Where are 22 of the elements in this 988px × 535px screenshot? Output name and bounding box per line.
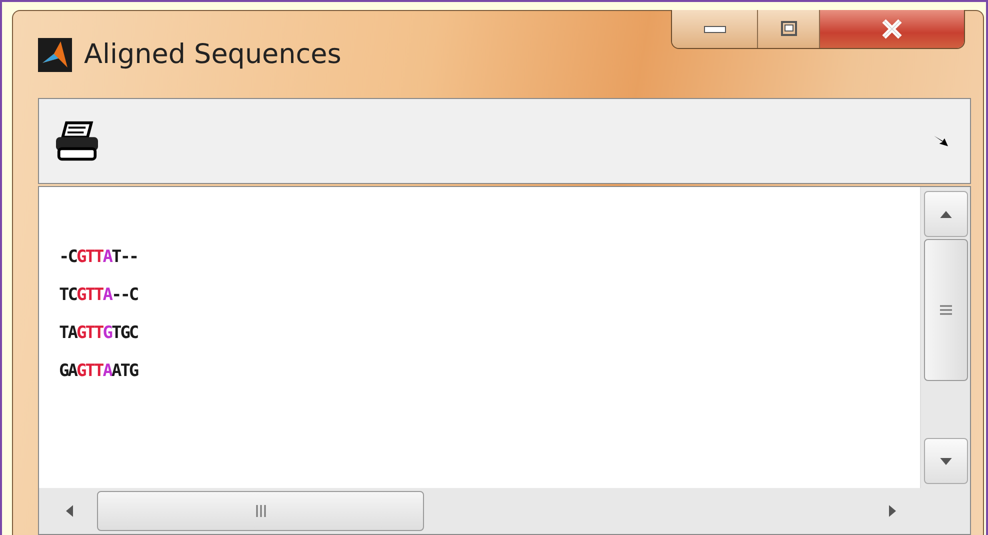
- maximize-button[interactable]: [758, 10, 820, 48]
- printer-icon[interactable]: [53, 120, 101, 162]
- right-arrow-icon: [888, 505, 896, 517]
- sequence-row-text: GAGTTAATG: [59, 360, 138, 383]
- down-arrow-icon: [940, 458, 952, 464]
- left-arrow-icon: [66, 505, 72, 517]
- scroll-up-button[interactable]: [924, 191, 968, 237]
- close-button[interactable]: [820, 10, 964, 48]
- app-logo-icon: [38, 38, 72, 72]
- sequence-row-text: TCGTTA--C: [59, 284, 138, 307]
- minimize-icon: [704, 26, 726, 32]
- scroll-down-button[interactable]: [924, 438, 968, 484]
- window-title: Aligned Sequences: [84, 39, 342, 70]
- minimize-button[interactable]: [672, 10, 758, 48]
- scroll-thumb[interactable]: [924, 239, 968, 381]
- dock-arrow-icon[interactable]: [932, 134, 950, 148]
- up-arrow-icon: [940, 210, 952, 218]
- horizontal-scrollbar[interactable]: [39, 488, 970, 534]
- sequence-row-text: TAGTTGTGC: [59, 322, 138, 345]
- scroll-thumb[interactable]: [97, 491, 424, 531]
- vertical-scrollbar[interactable]: [920, 187, 970, 488]
- sequence-row-text: -CGTTAT--: [59, 246, 138, 269]
